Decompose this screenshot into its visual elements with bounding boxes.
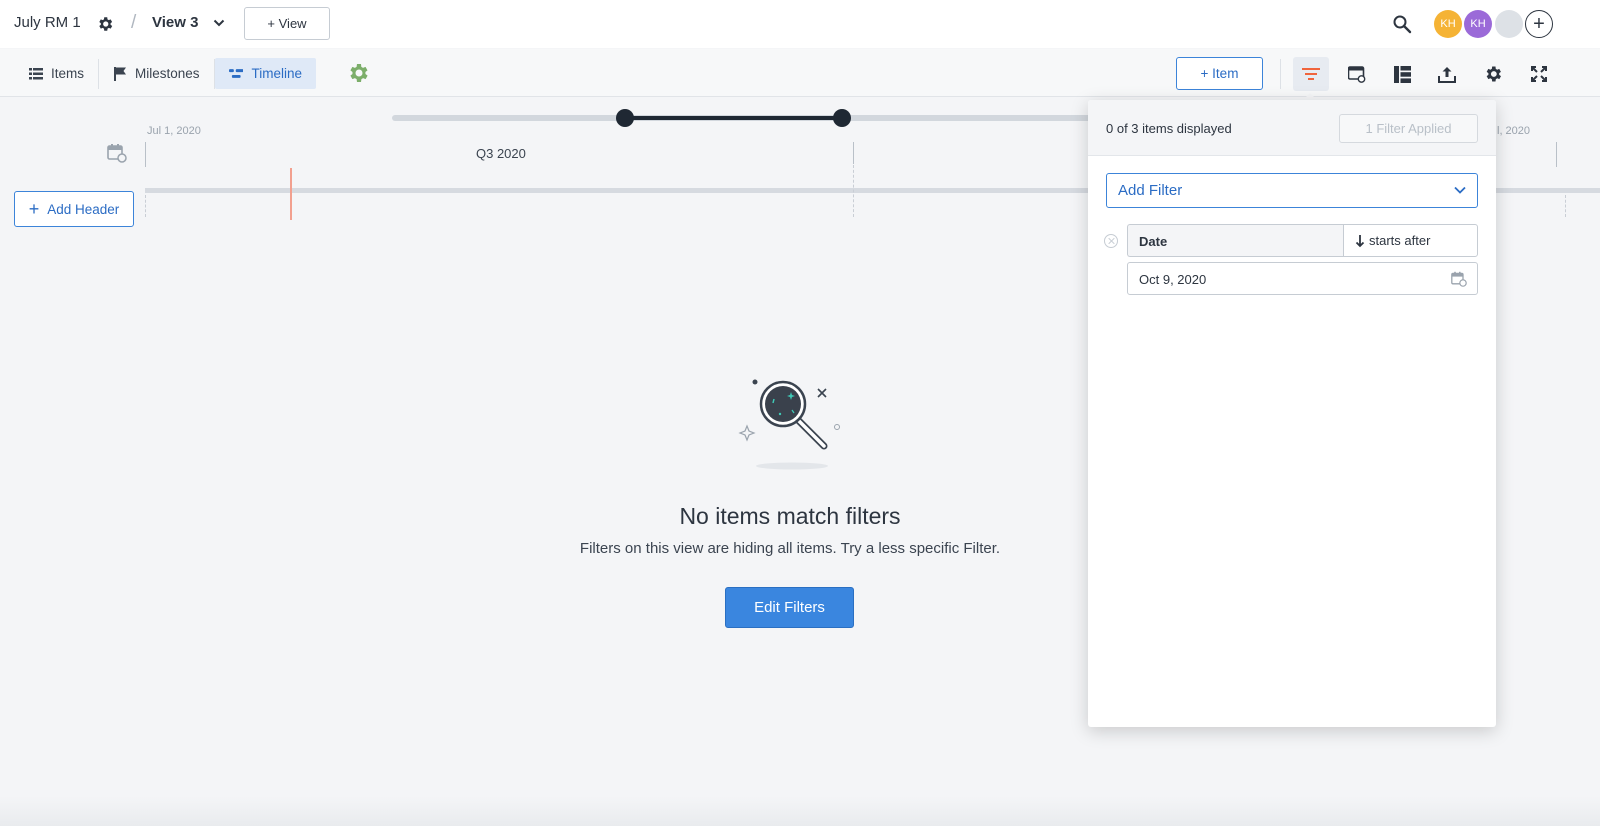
roadmap-name[interactable]: July RM 1 [14,14,81,31]
avatar[interactable]: KH [1434,10,1462,38]
layout-button[interactable] [1384,57,1420,91]
search-icon[interactable] [1392,14,1412,34]
edit-filters-button[interactable]: Edit Filters [725,587,854,628]
view-name[interactable]: View 3 [152,14,198,31]
settings-button[interactable] [1475,57,1511,91]
plus-icon: + [28,199,40,219]
timeline-boundary [1556,142,1557,167]
card-settings-button[interactable] [1339,57,1375,91]
add-view-button[interactable]: + View [244,7,330,40]
empty-state-subtitle: Filters on this view are hiding all item… [579,540,1001,557]
footer-shadow [0,796,1600,826]
chevron-down-icon[interactable] [213,18,225,28]
magnifier-illustration-icon [738,379,840,470]
tab-label: Items [51,66,85,81]
timeline-end-date: l, 2020 [1497,125,1531,137]
add-header-button[interactable]: + Add Header [14,191,134,227]
gridline [853,165,854,217]
calendar-icon[interactable] [1451,271,1467,287]
add-header-label: Add Header [47,201,120,217]
gear-icon[interactable] [96,15,114,33]
filter-condition-select[interactable]: starts after [1343,224,1478,257]
scroll-handle-right[interactable] [833,109,851,127]
layout-icon [1393,65,1411,83]
remove-filter-icon[interactable] [1104,234,1118,248]
empty-state-title: No items match filters [679,503,901,529]
avatar[interactable]: KH [1464,10,1492,38]
timeline-start-date: Jul 1, 2020 [147,125,201,137]
filter-panel: 0 of 3 items displayed 1 Filter Applied … [1088,100,1496,727]
flag-icon [114,66,126,81]
tab-items[interactable]: Items [15,58,98,89]
tab-milestones[interactable]: Milestones [100,58,214,89]
view-toolbar: Items Milestones Timeline + Item [0,49,1600,97]
tab-label: Timeline [251,66,302,81]
tab-label: Milestones [135,66,200,81]
items-displayed-count: 0 of 3 items displayed [1106,121,1232,136]
filter-icon [1302,68,1320,80]
timeline-boundary [145,142,146,167]
today-marker [290,168,292,220]
calendar-settings-icon[interactable] [107,143,127,163]
add-filter-dropdown[interactable]: Add Filter [1106,173,1478,208]
scroll-handle-left[interactable] [616,109,634,127]
chevron-down-icon [1454,186,1466,194]
timeline-boundary [853,142,854,164]
filter-date-value: Oct 9, 2020 [1139,272,1207,287]
add-item-button[interactable]: + Item [1176,57,1263,90]
timeline-settings-gear-icon[interactable] [346,61,370,85]
add-member-button[interactable]: + [1525,10,1553,38]
fullscreen-icon [1531,66,1547,82]
card-settings-icon [1348,65,1366,83]
top-bar: July RM 1 / View 3 + View KH KH + [0,0,1600,48]
avatar[interactable] [1495,10,1523,38]
export-icon [1438,66,1456,83]
filter-field-select[interactable]: Date [1127,224,1343,257]
gear-icon [1486,66,1501,82]
fullscreen-button[interactable] [1521,57,1557,91]
filter-panel-header: 0 of 3 items displayed 1 Filter Applied [1088,100,1496,156]
filters-applied-button[interactable]: 1 Filter Applied [1339,114,1478,143]
add-filter-label: Add Filter [1118,182,1183,199]
breadcrumb-separator: / [131,12,137,33]
timeline-scroll-range[interactable] [625,116,842,120]
gridline [145,195,146,217]
toolbar-divider [1280,59,1281,89]
filter-button[interactable] [1293,57,1329,91]
timeline-icon [229,68,244,78]
gridline [1565,195,1566,217]
tab-divider [98,59,99,89]
tab-timeline[interactable]: Timeline [215,58,316,89]
export-button[interactable] [1429,57,1465,91]
filter-condition-label: starts after [1369,233,1431,248]
arrow-down-icon [1355,234,1365,247]
quarter-label: Q3 2020 [476,146,526,161]
list-icon [29,67,43,79]
filter-date-input[interactable]: Oct 9, 2020 [1127,262,1478,295]
